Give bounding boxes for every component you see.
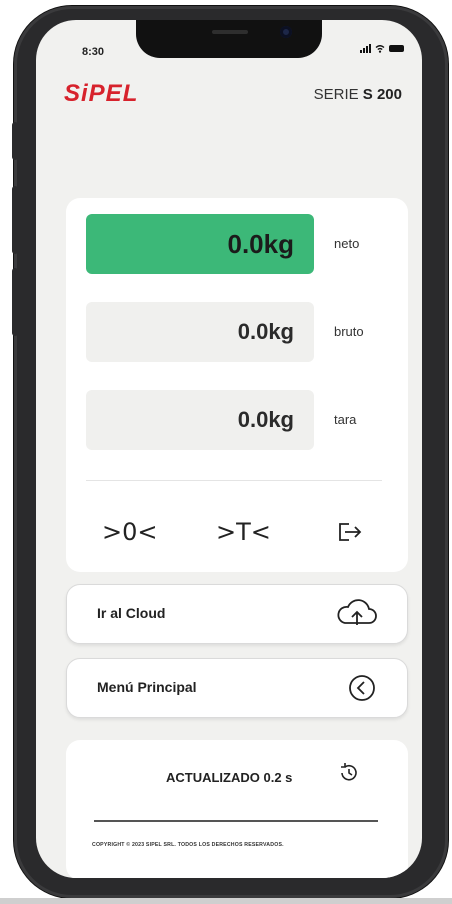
footer-divider	[94, 820, 378, 822]
exit-icon[interactable]	[338, 522, 364, 542]
tare-button[interactable]: >T<	[216, 518, 271, 546]
net-weight-label: neto	[334, 236, 360, 251]
status-time: 8:30	[82, 46, 105, 58]
updated-status: ACTUALIZADO 0.2 s	[166, 770, 293, 785]
chevron-left-circle-icon	[349, 675, 375, 701]
wifi-icon	[375, 45, 385, 53]
cloud-button[interactable]: Ir al Cloud	[66, 584, 408, 644]
tare-weight-label: tara	[334, 412, 357, 427]
notch	[136, 20, 322, 58]
weight-card: 0.0kg neto 0.0kg bruto 0.0kg tara >0< >T…	[66, 198, 408, 572]
main-menu-button[interactable]: Menú Principal	[66, 658, 408, 718]
serie-title: SERIE S 200	[314, 86, 402, 103]
zero-button[interactable]: >0<	[102, 518, 158, 546]
serie-model: S 200	[362, 86, 402, 103]
brand-logo: SiPEL	[64, 80, 139, 107]
phone-screen: 8:30 SiPEL SERIE S 200 0.0kg neto 0.0kg …	[36, 20, 422, 878]
cloud-upload-icon	[337, 599, 377, 625]
bottom-edge	[0, 898, 452, 904]
card-divider	[86, 480, 382, 481]
footer-card: ACTUALIZADO 0.2 s COPYRIGHT © 2023 SIPEL…	[66, 740, 408, 878]
net-weight-display: 0.0kg	[86, 214, 314, 274]
tare-weight-value: 0.0kg	[237, 407, 294, 432]
signal-icon	[360, 44, 371, 53]
battery-icon	[389, 45, 404, 52]
side-button-volume-up	[12, 186, 18, 254]
gross-weight-label: bruto	[334, 324, 364, 339]
side-button-mute	[12, 122, 18, 160]
speaker	[212, 30, 248, 34]
copyright-text: COPYRIGHT © 2023 SIPEL SRL. TODOS LOS DE…	[92, 842, 284, 848]
serie-prefix: SERIE	[313, 86, 359, 103]
status-icons	[360, 44, 404, 53]
net-weight-value: 0.0kg	[227, 228, 295, 259]
history-icon[interactable]	[338, 762, 360, 784]
gross-weight-value: 0.0kg	[237, 319, 294, 344]
main-menu-button-label: Menú Principal	[97, 679, 197, 695]
gross-weight-display: 0.0kg	[86, 302, 314, 362]
tare-weight-display: 0.0kg	[86, 390, 314, 450]
camera-icon	[280, 26, 292, 38]
side-button-volume-down	[12, 268, 18, 336]
cloud-button-label: Ir al Cloud	[97, 605, 166, 621]
